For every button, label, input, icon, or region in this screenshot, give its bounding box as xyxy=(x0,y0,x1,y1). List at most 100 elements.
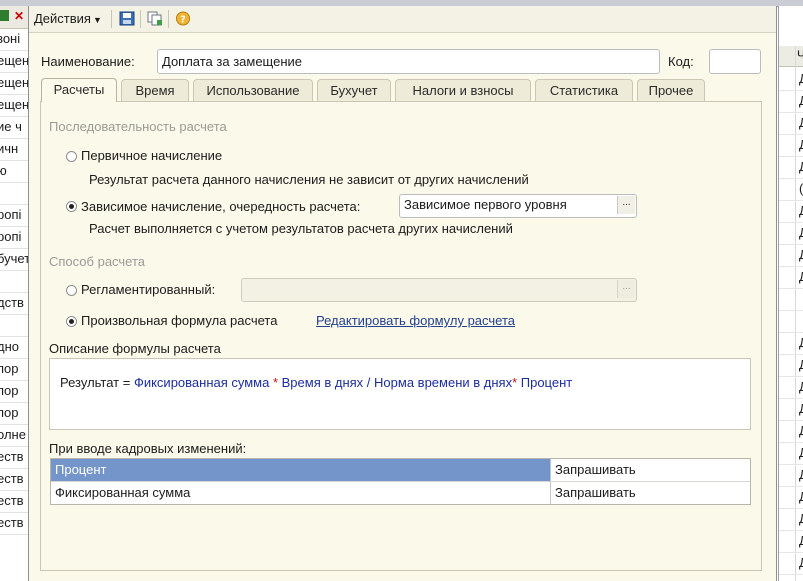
name-field[interactable]: Доплата за замещение xyxy=(157,49,660,74)
regulated-method-field[interactable]: ... xyxy=(241,278,637,302)
list-item[interactable]: дно xyxy=(0,336,28,359)
tab-statistics[interactable]: Статистика xyxy=(535,79,633,101)
column-header[interactable]: Ч xyxy=(779,46,803,67)
row-action[interactable]: Запрашивать xyxy=(555,459,636,481)
primary-accrual-label[interactable]: Первичное начисление xyxy=(81,148,222,163)
list-cell[interactable]: Д xyxy=(779,200,803,223)
chevron-down-icon: ▼ xyxy=(92,15,102,25)
dependent-accrual-label[interactable]: Зависимое начисление, очередность расчет… xyxy=(81,199,360,214)
list-item[interactable]: еств xyxy=(0,468,28,491)
background-toolbar: ✕ xyxy=(0,6,28,29)
list-cell[interactable]: Д xyxy=(779,464,803,487)
list-cell[interactable]: Д xyxy=(779,354,803,377)
list-item[interactable]: ие ч xyxy=(0,116,28,139)
list-cell[interactable]: Д xyxy=(779,552,803,575)
list-item[interactable]: еств xyxy=(0,446,28,469)
list-cell[interactable]: Д xyxy=(779,420,803,443)
copy-icon[interactable] xyxy=(147,11,163,26)
list-item[interactable]: пор xyxy=(0,380,28,403)
list-item[interactable] xyxy=(0,314,28,337)
checkmark-icon xyxy=(0,10,9,21)
list-item[interactable]: ещен xyxy=(0,72,28,95)
edit-formula-link[interactable]: Редактировать формулу расчета xyxy=(316,313,515,328)
regulated-label[interactable]: Регламентированный: xyxy=(81,282,215,297)
row-action[interactable]: Запрашивать xyxy=(555,482,636,504)
dialog-toolbar: Действия ▼ ? xyxy=(29,6,776,33)
actions-menu-button[interactable]: Действия ▼ xyxy=(34,9,102,29)
list-cell[interactable]: Д xyxy=(779,486,803,509)
list-cell[interactable]: Д xyxy=(779,332,803,355)
code-label: Код: xyxy=(668,54,694,69)
list-cell[interactable]: ( xyxy=(779,178,803,201)
list-cell[interactable]: Д xyxy=(779,156,803,179)
tab-usage[interactable]: Использование xyxy=(193,79,313,101)
accrual-dialog: Действия ▼ ? Наименование: Доплата за зам… xyxy=(28,6,777,581)
list-cell[interactable]: Д xyxy=(779,398,803,421)
primary-accrual-radio[interactable] xyxy=(66,151,77,162)
toolbar-divider xyxy=(111,10,112,28)
tab-time[interactable]: Время xyxy=(121,79,189,101)
primary-accrual-hint: Результат расчета данного начисления не … xyxy=(89,172,529,187)
dependent-accrual-hint: Расчет выполняется с учетом результатов … xyxy=(89,221,513,236)
list-cell[interactable]: Д xyxy=(779,266,803,289)
help-icon[interactable]: ? xyxy=(175,11,191,26)
list-cell[interactable]: Д xyxy=(779,134,803,157)
dependent-accrual-radio[interactable] xyxy=(66,201,77,212)
tab-calculations[interactable]: Расчеты xyxy=(41,78,117,102)
delete-icon[interactable]: ✕ xyxy=(14,9,24,23)
list-item[interactable]: олне xyxy=(0,424,28,447)
list-item[interactable]: еств xyxy=(0,490,28,513)
list-item[interactable]: еств xyxy=(0,512,28,535)
list-item[interactable]: пор xyxy=(0,402,28,425)
code-field[interactable] xyxy=(709,49,761,74)
list-cell[interactable]: Д xyxy=(779,530,803,553)
list-cell[interactable] xyxy=(779,288,803,311)
list-item[interactable]: пор xyxy=(0,358,28,381)
list-cell[interactable]: Д xyxy=(779,222,803,245)
calc-priority-field[interactable]: Зависимое первого уровня ... xyxy=(399,194,637,218)
list-item[interactable]: ропі xyxy=(0,226,28,249)
list-cell[interactable]: Д xyxy=(779,90,803,113)
tab-other[interactable]: Прочее xyxy=(637,79,705,101)
background-list-left: ✕ зоні ещен ещен ещен ие ч ичн ю ропі ро… xyxy=(0,6,29,581)
list-cell[interactable]: Д xyxy=(779,376,803,399)
formula-operator-multiply: * xyxy=(269,375,282,390)
formula-term-norm-days: Норма времени в днях xyxy=(374,375,513,390)
list-item[interactable] xyxy=(0,270,28,293)
list-item[interactable]: ещен xyxy=(0,50,28,73)
regulated-radio[interactable] xyxy=(66,285,77,296)
row-name: Процент xyxy=(55,462,107,477)
custom-formula-label[interactable]: Произвольная формула расчета xyxy=(81,313,277,328)
list-cell[interactable]: Д xyxy=(779,442,803,465)
list-item[interactable]: зоні xyxy=(0,28,28,51)
save-icon[interactable] xyxy=(119,11,135,26)
list-cell[interactable]: Д xyxy=(779,244,803,267)
formula-term-days: Время в днях xyxy=(281,375,364,390)
formula-term-fixed-sum: Фиксированная сумма xyxy=(133,375,270,390)
calc-order-title: Последовательность расчета xyxy=(49,119,227,134)
table-row[interactable]: Фиксированная сумма Запрашивать xyxy=(51,482,750,504)
list-item[interactable]: дств xyxy=(0,292,28,315)
custom-formula-radio[interactable] xyxy=(66,316,77,327)
list-item[interactable] xyxy=(0,182,28,205)
list-item[interactable]: бучет xyxy=(0,248,28,271)
table-row[interactable]: Процент Запрашивать xyxy=(51,459,750,482)
formula-operator-multiply: * xyxy=(512,375,521,390)
regulated-method-choose-button[interactable]: ... xyxy=(617,280,635,298)
hr-changes-table: Процент Запрашивать Фиксированная сумма … xyxy=(50,458,751,505)
tab-accounting[interactable]: Бухучет xyxy=(317,79,391,101)
list-item[interactable]: ропі xyxy=(0,204,28,227)
list-item[interactable]: ю xyxy=(0,160,28,183)
tab-taxes[interactable]: Налоги и взносы xyxy=(395,79,531,101)
list-item[interactable]: ещен xyxy=(0,94,28,117)
calc-priority-value: Зависимое первого уровня xyxy=(404,197,567,212)
list-item[interactable]: ичн xyxy=(0,138,28,161)
list-cell[interactable]: Д xyxy=(779,112,803,135)
formula-text: Результат = Фиксированная сумма * Время … xyxy=(60,375,572,390)
name-label: Наименование: xyxy=(41,54,135,69)
calc-priority-choose-button[interactable]: ... xyxy=(617,196,635,214)
list-cell[interactable] xyxy=(779,310,803,333)
list-cell[interactable]: Д xyxy=(779,508,803,531)
list-cell[interactable]: Д xyxy=(779,68,803,91)
formula-description-label: Описание формулы расчета xyxy=(49,341,221,356)
